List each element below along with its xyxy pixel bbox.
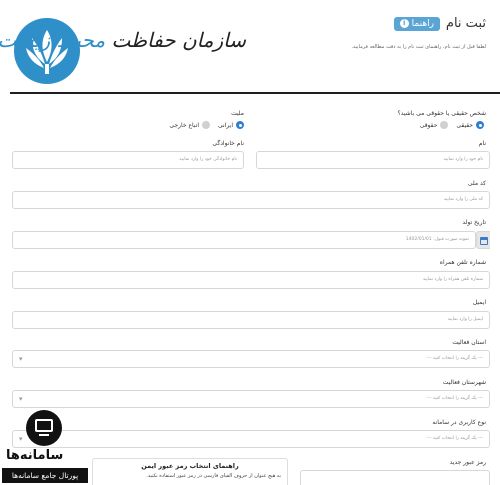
radio-label: حقوقی: [419, 121, 438, 129]
chevron-down-icon: ▾: [19, 355, 23, 363]
first-name-placeholder: نام خود را وارد نمایید: [443, 157, 483, 162]
national-code-label: کد ملی: [467, 180, 486, 187]
birth-date-placeholder: نمونه صورت قبول: 1402/01/01: [405, 237, 469, 242]
radio-unchecked-icon: [202, 121, 210, 129]
email-placeholder: ایمیل را وارد نمایید: [447, 317, 483, 322]
province-select[interactable]: --- یک گزینه را انتخاب کنید --- ▾: [12, 350, 490, 368]
password-guide-title: راهنمای انتخاب رمز عبور ایمن: [141, 462, 239, 470]
monitor-screen-shape: [35, 419, 53, 432]
page-title: ثبت نام: [445, 16, 486, 31]
radio-nationality-iranian[interactable]: ایرانی: [218, 121, 244, 129]
mobile-placeholder: شماره تلفن همراه را وارد نمایید: [422, 277, 483, 282]
radio-unchecked-icon: [440, 121, 449, 129]
radio-checked-icon: [236, 121, 244, 129]
help-button-label: راهنما: [411, 18, 434, 29]
last-name-placeholder: نام خانوادگی خود را وارد نمایید: [179, 157, 237, 162]
birth-date-input[interactable]: نمونه صورت قبول: 1402/01/01: [12, 231, 476, 249]
city-select[interactable]: --- یک گزینه را انتخاب کنید --- ▾: [12, 390, 490, 408]
chevron-down-icon: ▾: [19, 395, 23, 403]
user-type-label: نوع کاربری در سامانه: [432, 419, 486, 426]
watermark-title: سامانه‌ها: [6, 448, 64, 463]
radio-label: اتباع خارجی: [169, 121, 199, 129]
monitor-base-shape: [39, 434, 49, 436]
nationality-radio-group: ایرانی اتباع خارجی: [169, 121, 244, 129]
info-icon: i: [399, 19, 409, 28]
radio-label: ایرانی: [218, 121, 233, 129]
logo-wordmark: سازمان حفاظت محیط زیست: [0, 28, 247, 62]
radio-label: حقیقی: [456, 121, 473, 129]
new-password-input[interactable]: [300, 470, 490, 485]
last-name-label: نام خانوادگی: [212, 140, 244, 147]
national-code-input[interactable]: کد ملی را وارد نمایید: [12, 191, 490, 209]
province-placeholder: --- یک گزینه را انتخاب کنید ---: [426, 356, 483, 361]
watermark-subtitle: پورتال جامع سامانه‌ها: [2, 468, 88, 483]
first-name-label: نام: [478, 140, 486, 147]
user-type-placeholder: --- یک گزینه را انتخاب کنید ---: [426, 436, 483, 441]
person-type-label: شخص حقیقی یا حقوقی می باشید؟: [397, 110, 486, 117]
city-label: شهرستان فعالیت: [442, 379, 486, 386]
radio-person-real[interactable]: حقیقی: [456, 121, 484, 129]
email-label: ایمیل: [472, 299, 486, 306]
birth-date-label: تاریخ تولد: [462, 219, 486, 226]
radio-person-legal[interactable]: حقوقی: [420, 121, 449, 129]
province-label: استان فعالیت: [452, 339, 486, 346]
password-guide-text: به هیچ عنوان از حروف الفبای فارسی در رمز…: [146, 473, 281, 479]
calendar-button[interactable]: [476, 231, 490, 249]
radio-nationality-foreign[interactable]: اتباع خارجی: [169, 121, 210, 129]
header-divider: [10, 92, 500, 94]
person-type-radio-group: حقیقی حقوقی: [420, 121, 484, 129]
first-name-input[interactable]: نام خود را وارد نمایید: [256, 151, 490, 169]
last-name-input[interactable]: نام خانوادگی خود را وارد نمایید: [12, 151, 244, 169]
logo-text-main: سازمان حفاظت: [111, 28, 247, 52]
site-watermark: سامانه‌ها پورتال جامع سامانه‌ها: [2, 408, 88, 485]
email-input[interactable]: ایمیل را وارد نمایید: [12, 311, 490, 329]
mobile-label: شماره تلفن همراه: [439, 259, 486, 266]
calendar-icon: [480, 237, 488, 245]
page-title-row: ثبت نام راهنما i: [393, 16, 486, 31]
city-placeholder: --- یک گزینه را انتخاب کنید ---: [426, 396, 483, 401]
radio-checked-icon: [476, 121, 484, 129]
mobile-input[interactable]: شماره تلفن همراه را وارد نمایید: [12, 271, 490, 289]
password-guide-box: راهنمای انتخاب رمز عبور ایمن به هیچ عنوا…: [92, 458, 288, 485]
monitor-search-icon: [26, 410, 62, 446]
logo-text-accent: محیط زیست: [0, 28, 106, 52]
intro-text: لطفا قبل از ثبت نام، راهنمای ثبت نام را …: [351, 44, 486, 50]
national-code-placeholder: کد ملی را وارد نمایید: [443, 197, 483, 202]
page-header: سازمان حفاظت محیط زیست ثبت نام راهنما i …: [0, 0, 500, 92]
help-button[interactable]: راهنما i: [393, 16, 440, 31]
nationality-label: ملیت: [231, 110, 244, 117]
new-password-label: رمز عبور جدید: [449, 459, 486, 466]
